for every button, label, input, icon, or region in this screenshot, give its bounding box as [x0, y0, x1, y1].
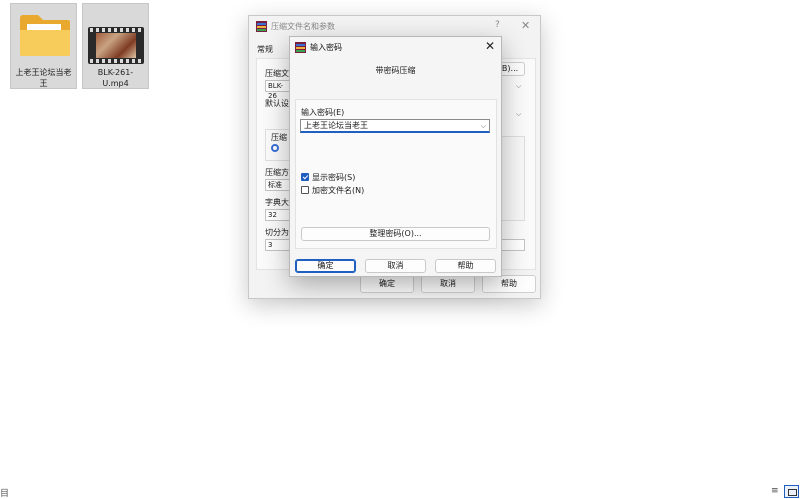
- organize-passwords-button[interactable]: 整理密码(O)...: [301, 227, 490, 241]
- tab-general[interactable]: 常规: [257, 44, 273, 55]
- cancel-button[interactable]: 取消: [421, 275, 475, 293]
- tiles-view-icon[interactable]: [784, 485, 799, 498]
- dialog-title: 压缩文件名和参数: [271, 22, 335, 31]
- dialog-titlebar: 压缩文件名和参数 ? ✕: [249, 16, 540, 38]
- folder-icon: [20, 15, 70, 56]
- list-view-icon[interactable]: ≡: [771, 486, 779, 496]
- password-input[interactable]: 上老王论坛当老王 ⌵: [300, 119, 490, 133]
- split-input[interactable]: 3: [265, 239, 291, 251]
- close-icon[interactable]: ✕: [485, 39, 495, 53]
- cancel-button[interactable]: 取消: [365, 259, 426, 273]
- password-dialog-title: 输入密码: [310, 43, 342, 52]
- chevron-down-icon[interactable]: ⌵: [481, 120, 486, 132]
- chevron-down-icon[interactable]: ⌵: [516, 110, 521, 119]
- split-unit-select[interactable]: [499, 239, 525, 251]
- archive-name-input[interactable]: BLK-26: [265, 80, 291, 100]
- video-file-name: BLK-261-U.mp4: [97, 68, 134, 88]
- ok-button[interactable]: 确定: [295, 259, 356, 273]
- show-password-label: 显示密码(S): [312, 173, 356, 182]
- details-pane-icon[interactable]: 目: [0, 486, 9, 499]
- winrar-icon: [256, 21, 267, 32]
- video-thumbnail-icon: [88, 27, 144, 64]
- default-profile-label: 默认设: [265, 99, 289, 108]
- help-button[interactable]: 帮助: [435, 259, 496, 273]
- encrypt-filenames-checkbox[interactable]: [301, 186, 309, 194]
- help-icon[interactable]: ?: [495, 20, 500, 30]
- chevron-down-icon[interactable]: ⌵: [516, 82, 521, 91]
- password-label: 输入密码(E): [301, 108, 345, 117]
- show-password-checkbox[interactable]: [301, 173, 309, 181]
- format-radio[interactable]: [271, 144, 279, 152]
- video-file-item[interactable]: BLK-261-U.mp4: [82, 3, 149, 89]
- password-dialog: 输入密码 ✕ 带密码压缩 输入密码(E) 上老王论坛当老王 ⌵ 显示密码(S) …: [289, 36, 502, 277]
- winrar-icon: [295, 42, 306, 53]
- close-icon[interactable]: ✕: [521, 19, 530, 32]
- password-dialog-subtitle: 带密码压缩: [375, 66, 416, 75]
- folder-name: 上老王论坛当老王: [15, 68, 72, 88]
- method-select[interactable]: 标准: [265, 179, 291, 191]
- help-button[interactable]: 帮助: [482, 275, 536, 293]
- archive-name-label: 压缩文: [265, 69, 289, 78]
- method-label: 压缩方: [265, 168, 289, 177]
- ok-button[interactable]: 确定: [360, 275, 414, 293]
- folder-item[interactable]: 上老王论坛当老王: [10, 3, 77, 89]
- dictionary-select[interactable]: 32: [265, 209, 291, 221]
- split-label: 切分为: [265, 228, 289, 237]
- password-value: 上老王论坛当老王: [304, 121, 368, 130]
- dictionary-label: 字典大: [265, 198, 289, 207]
- encrypt-filenames-label: 加密文件名(N): [312, 186, 365, 195]
- format-group-label: 压缩: [271, 133, 287, 142]
